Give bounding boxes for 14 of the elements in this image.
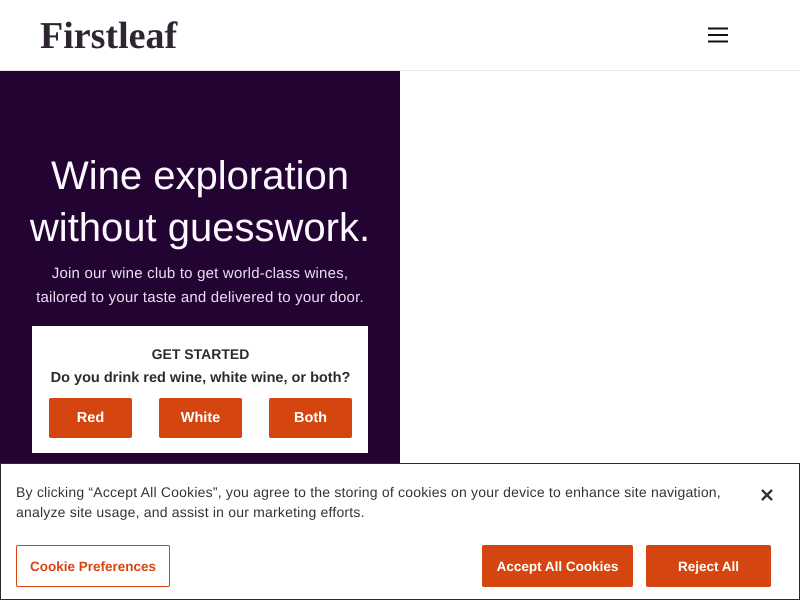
hero-heading: Wine exploration without guesswork. xyxy=(28,153,372,252)
cookie-consent-button[interactable]: Accept All Cookies xyxy=(482,545,633,587)
close-icon[interactable] xyxy=(761,489,773,501)
menu-icon[interactable] xyxy=(708,27,728,43)
brand-logo[interactable]: Firstleaf xyxy=(40,17,178,55)
card-title: GET STARTED xyxy=(152,345,250,364)
cookie-message: By clicking “Accept All Cookies”, you agree to the storing of cookies on your device to enhance site navigation, analyze site usage, and assist in our marketing efforts. xyxy=(16,483,722,522)
cookie-consent-button[interactable]: Reject All xyxy=(646,545,771,587)
cookie-preferences-button[interactable]: Cookie Preferences xyxy=(16,545,170,587)
wine-question: Do you drink red wine, white wine, or both? xyxy=(50,369,350,388)
wine-option-button[interactable]: White xyxy=(159,398,242,438)
wine-option-button[interactable]: Red xyxy=(49,398,132,438)
wine-option-button[interactable]: Both xyxy=(269,398,352,438)
hero-subheading: Join our wine club to get world-class wines, tailored to your taste and delivered to your door. xyxy=(35,264,365,308)
